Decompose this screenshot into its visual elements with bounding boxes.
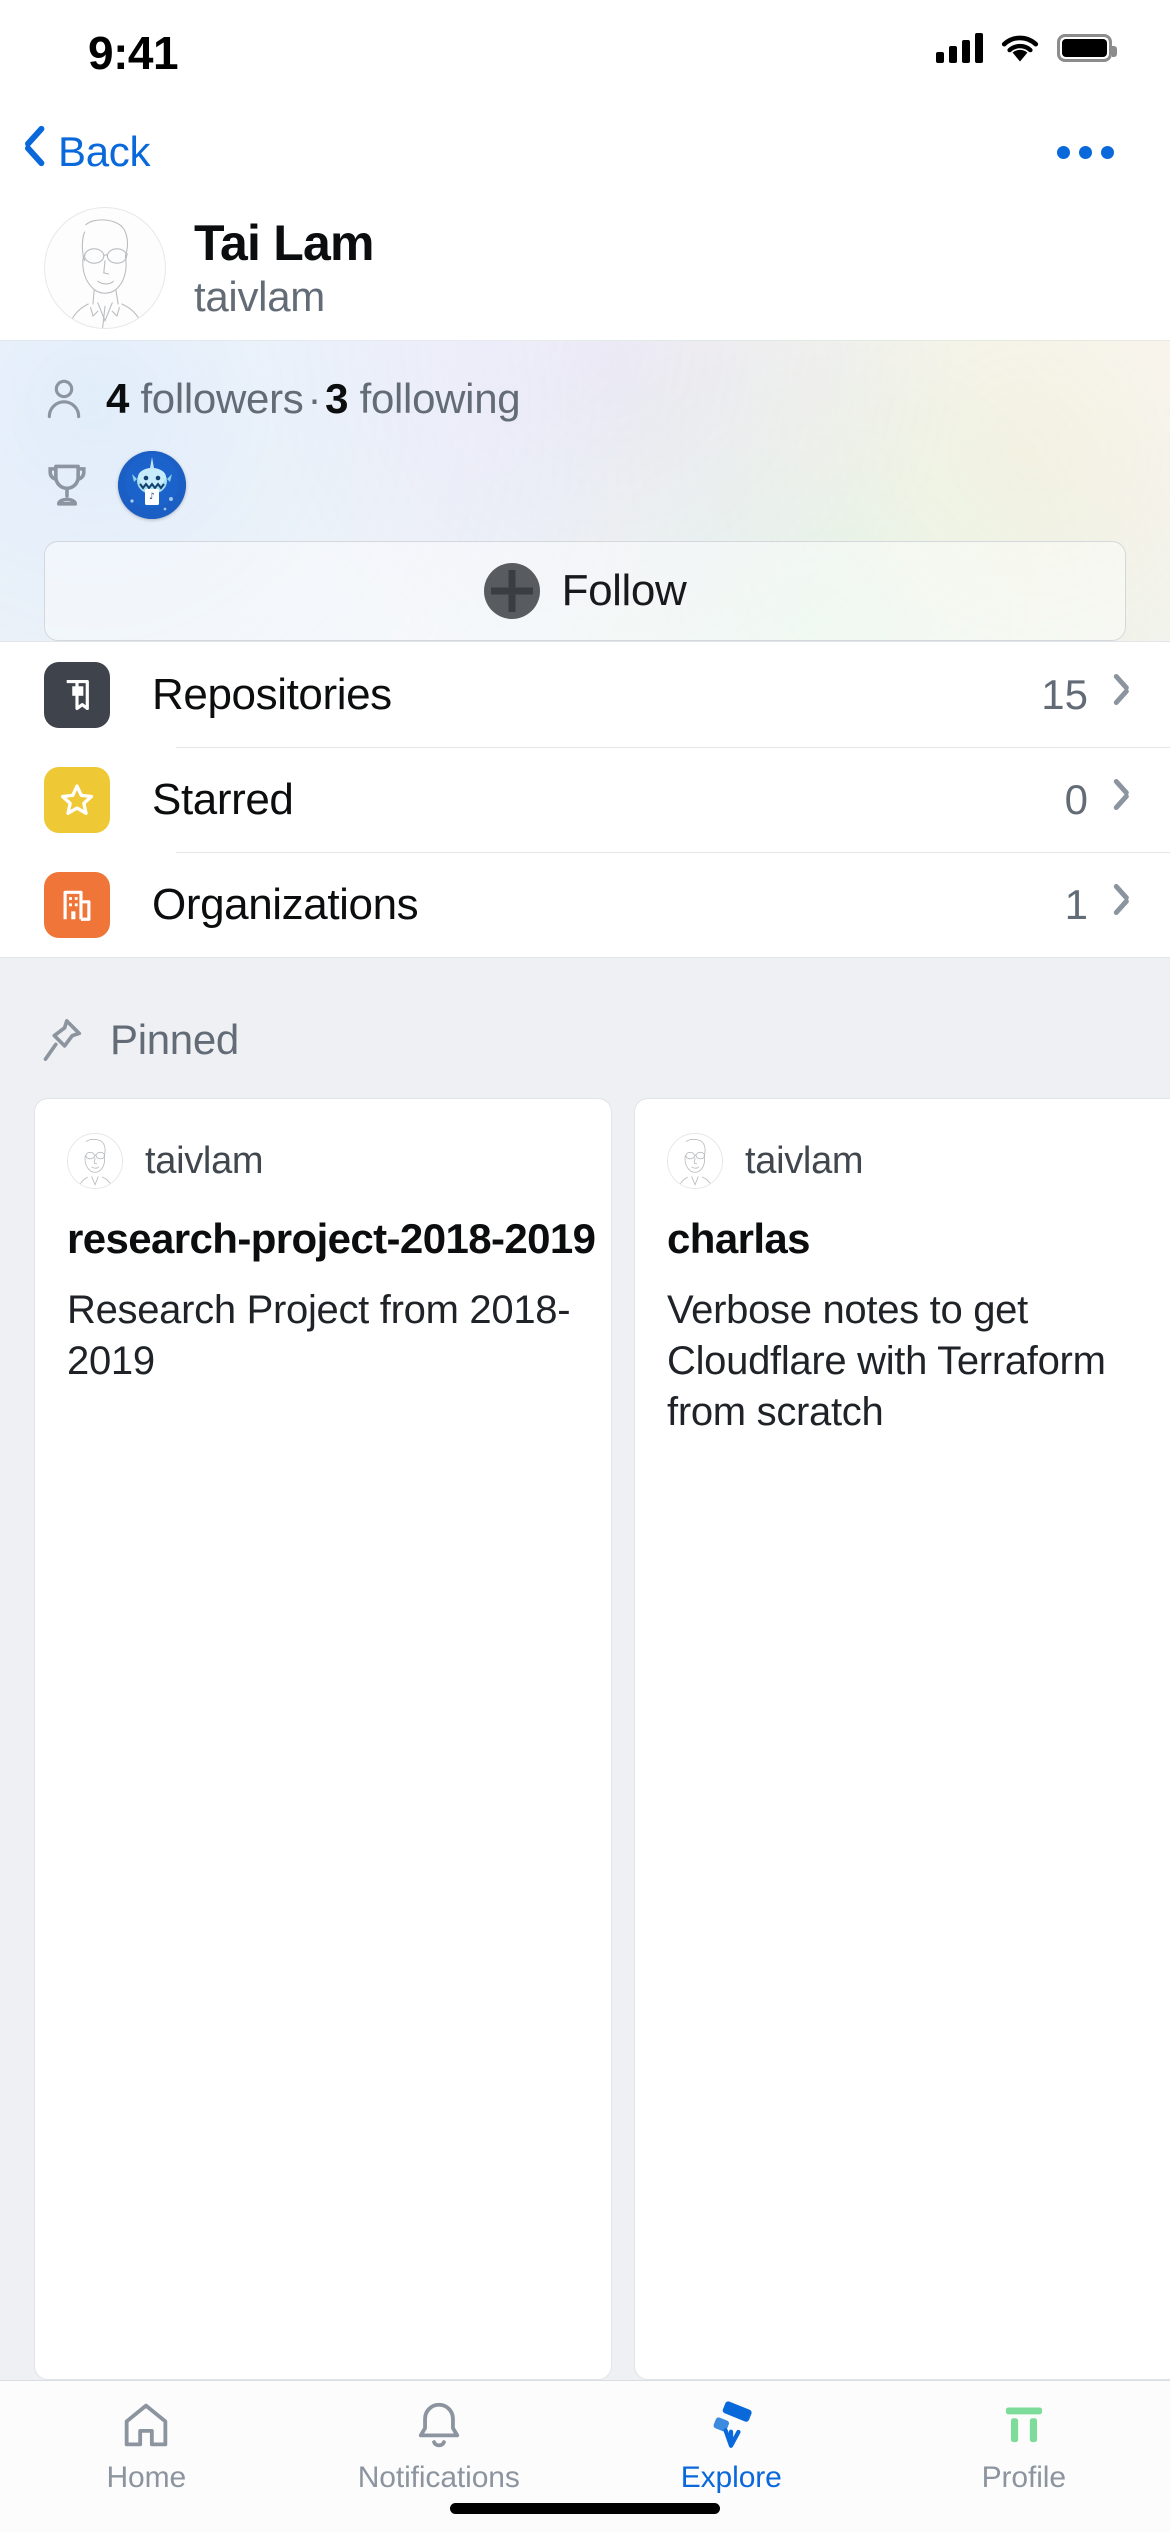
chevron-right-icon [1114,681,1130,709]
list-item-label: Organizations [152,879,419,929]
sidebar-item-organizations[interactable]: Organizations 1 [0,852,1170,957]
following-count: 3 [325,375,349,422]
followers-following-row[interactable]: 4 followers·3 following [44,375,1126,423]
chevron-left-icon [22,134,44,170]
repo-description: Verbose notes to get Cloudflare with Ter… [667,1288,1106,1435]
back-button-label: Back [58,128,151,175]
list-item-count: 0 [1064,775,1088,823]
following-label: following [359,375,521,422]
repo-book-icon [66,679,89,710]
avatar [667,1133,723,1189]
repo-name: charlas [667,1215,811,1262]
person-icon [47,379,81,419]
organizations-tile [44,871,110,938]
avatar [67,1133,123,1189]
tab-label: Home [106,2461,187,2494]
list-item-count: 15 [1041,670,1088,718]
repo-owner-row: taivlam [67,1133,579,1189]
status-indicators [936,32,1117,64]
user-avatar-sketch-icon [678,1138,713,1188]
bell-icon [412,2397,466,2453]
followers-following-text: 4 followers·3 following [106,375,521,423]
repo-name: research-project-2018-2019 [67,1215,596,1262]
pinned-cards-scroller[interactable]: taivlam research-project-2018-2019 Resea… [0,1098,1170,2380]
list-item-label: Starred [152,774,294,824]
ellipsis-icon-dot [1101,145,1114,159]
pinned-repo-card[interactable]: taivlam charlas Verbose notes to get Clo… [634,1098,1170,2380]
profile-stats-panel: 4 followers·3 following ♪ Follow [0,340,1170,641]
profile-name-block: Tai Lam taivlam [194,215,374,321]
pin-icon [43,1019,82,1061]
user-avatar-sketch-icon [78,1138,113,1188]
starred-tile [44,766,110,833]
trophy-icon[interactable] [44,461,90,509]
pinned-header: Pinned [0,1016,1170,1064]
follow-button-label: Follow [561,566,687,615]
profile-header: Tai Lam taivlam [0,196,1170,340]
chevron-right-icon [1114,786,1130,814]
repo-tile [44,661,110,728]
user-avatar-sketch-icon [68,219,143,328]
ellipsis-icon-dot [1079,145,1092,159]
navigation-bar: Back [0,108,1170,196]
repo-owner-name: taivlam [145,1139,264,1182]
pull-shark-badge-icon[interactable]: ♪ [118,451,186,519]
star-icon [60,783,94,815]
home-indicator [450,2503,720,2514]
follow-button[interactable]: Follow [44,541,1126,641]
back-button[interactable]: Back [22,128,150,176]
pull-shark-badge-art: ♪ [118,451,186,519]
telescope-icon [704,2397,758,2453]
battery-icon [1057,34,1117,62]
sidebar-item-starred[interactable]: Starred 0 [0,747,1170,852]
wifi-icon [1001,35,1039,62]
tab-label: Explore [680,2461,782,2494]
person-add-icon [483,563,540,619]
tab-profile[interactable]: Profile [878,2381,1170,2532]
profile-icon [997,2397,1051,2453]
followers-count: 4 [106,375,130,422]
list-item-count: 1 [1064,880,1088,928]
building-icon [63,890,91,921]
sidebar-item-repositories[interactable]: Repositories 15 [0,642,1170,747]
pinned-title: Pinned [110,1016,239,1063]
repo-description: Research Project from 2018-2019 [67,1288,571,1384]
pinned-repo-card[interactable]: taivlam research-project-2018-2019 Resea… [34,1098,612,2380]
followers-label: followers [140,375,304,422]
repo-owner-row: taivlam [667,1133,1170,1189]
app-screen: 9:41 Back Tai Lam taivlam 4 followers·3 … [0,0,1170,2532]
repo-owner-name: taivlam [745,1139,864,1182]
pinned-section: Pinned taivlam research-project-2018-201… [0,957,1170,2380]
cellular-signal-icon [936,33,983,63]
stats-separator: · [307,375,322,422]
status-time: 9:41 [88,27,179,79]
tab-label: Notifications [357,2461,520,2494]
more-options-button[interactable] [1051,132,1120,173]
chevron-right-icon [1114,891,1130,919]
profile-links-list: Repositories 15 Starred 0 Organizations … [0,641,1170,957]
profile-login: taivlam [194,272,325,320]
home-icon [119,2397,173,2453]
bottom-tab-bar: Home Notifications Explore Profile [0,2380,1170,2532]
avatar[interactable] [44,207,166,329]
tab-home[interactable]: Home [0,2381,293,2532]
achievements-row: ♪ [44,443,1126,527]
page-title: Tai Lam [194,214,374,271]
ellipsis-icon-dot [1057,145,1070,159]
svg-text:♪: ♪ [149,492,155,502]
status-bar: 9:41 [0,0,1170,108]
list-item-label: Repositories [152,669,392,719]
tab-label: Profile [981,2461,1066,2494]
